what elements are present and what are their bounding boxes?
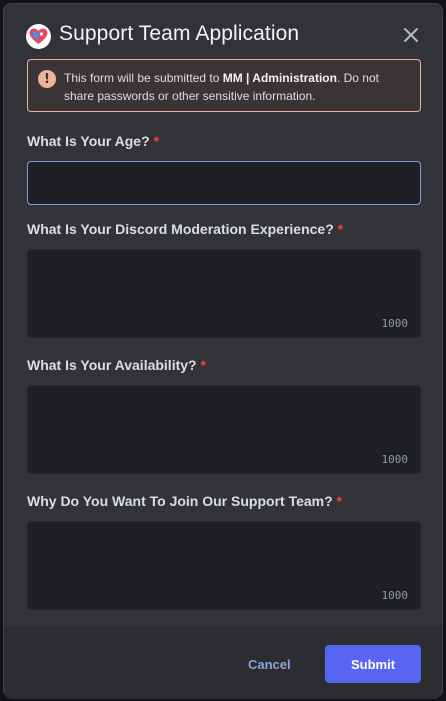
char-counter: 1000 — [381, 317, 409, 330]
char-counter: 1000 — [381, 453, 409, 466]
exclamation-icon: ! — [38, 70, 56, 88]
modal-header: Support Team Application — [4, 4, 442, 60]
required-asterisk: * — [336, 493, 343, 509]
cancel-button[interactable]: Cancel — [248, 657, 291, 677]
motivation-textarea[interactable]: 1000 — [27, 521, 421, 610]
age-input[interactable] — [27, 161, 421, 205]
required-asterisk: * — [200, 357, 207, 373]
server-name: MM | Administration — [222, 71, 337, 85]
modal-title: Support Team Application — [59, 22, 300, 45]
availability-label: What Is Your Availability? * — [27, 357, 207, 373]
age-label: What Is Your Age? * — [27, 133, 160, 149]
experience-label: What Is Your Discord Moderation Experien… — [27, 221, 344, 237]
motivation-label: Why Do You Want To Join Our Support Team… — [27, 493, 343, 509]
heart-logo-icon — [26, 24, 51, 49]
required-asterisk: * — [153, 133, 160, 149]
experience-textarea[interactable]: 1000 — [27, 249, 421, 338]
availability-textarea[interactable]: 1000 — [27, 385, 421, 474]
required-asterisk: * — [337, 221, 344, 237]
submit-button[interactable]: Submit — [325, 645, 421, 683]
warning-notice: ! This form will be submitted to MM | Ad… — [27, 59, 421, 112]
close-icon[interactable] — [402, 26, 420, 44]
warning-text: This form will be submitted to MM | Admi… — [64, 71, 379, 103]
char-counter: 1000 — [381, 589, 409, 602]
modal-dialog: Support Team Application ! This form wil… — [3, 3, 443, 699]
